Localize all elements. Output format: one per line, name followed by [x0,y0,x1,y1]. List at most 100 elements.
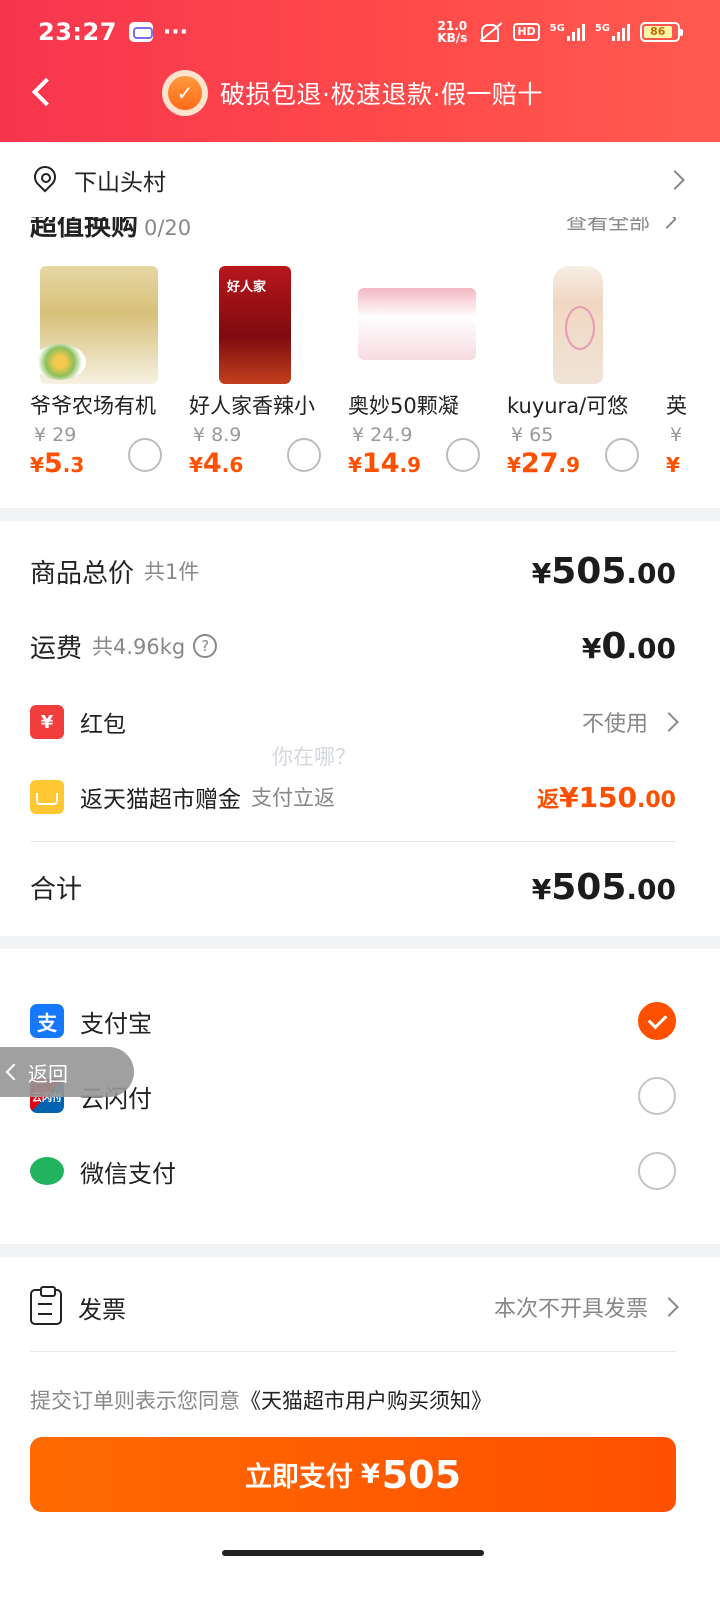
product-original-price: ¥ [670,424,683,446]
shield-check-icon: ✓ [162,70,208,116]
product-name: 英 [666,394,687,418]
clipboard-icon [30,1286,62,1325]
pay-now-button[interactable]: 立即支付 ¥ 505 [30,1437,676,1512]
payment-option-wechat[interactable]: 微信支付 [30,1146,676,1196]
hd-icon: HD [513,23,540,41]
address-upsell-card: 下山头村 超值换购0/20 查看全部 爷爷农场有机 ¥ 29 ¥5.3 好人家香… [0,142,720,508]
invoice-submit-card: 发票 本次不开具发票 提交订单则表示您同意《天猫超市用户购买须知》 立即支付 ¥… [0,1257,720,1600]
pay-now-amount: 505 [381,1452,462,1497]
divider [30,841,676,842]
app-notification-icon [128,22,153,42]
product-select-radio[interactable] [128,438,162,472]
header-bar: 23:27 ··· 21.0 KB/s HD 5G 5G 86 ✓ 破损包退·极… [0,0,720,142]
pay-now-label: 立即支付 [244,1462,353,1493]
product-select-radio[interactable] [287,438,321,472]
address-text: 下山头村 [74,169,166,196]
location-hint-text: 你在哪？ [272,745,356,769]
product-name: 好人家香辣小 [189,394,315,418]
divider [30,1351,676,1352]
signal-icon-1: 5G [550,23,585,41]
product-original-price: ¥ 65 [511,424,554,446]
agreement-text: 提交订单则表示您同意《天猫超市用户购买须知》 [30,1385,492,1415]
battery-icon: 86 [640,22,683,42]
upsell-product[interactable]: kuyura/可悠 ¥ 65 ¥27.9 [507,262,657,492]
rebate-amount: 返¥150.00 [537,780,676,814]
chevron-right-icon [659,1297,679,1317]
invoice-row[interactable]: 发票 本次不开具发票 [30,1285,679,1329]
goods-total-label: 商品总价 [30,558,135,589]
product-image [219,266,291,384]
floating-back-button[interactable]: 返回 [0,1047,134,1097]
payment-radio[interactable] [638,1152,676,1190]
guarantee-text: 破损包退·极速退款·假一赔十 [220,80,543,109]
upsell-count: 0/20 [144,216,192,238]
price-summary-card: 商品总价 共1件 ¥505.00 运费 共4.96kg ? ¥0.00 ¥ 红包… [0,521,720,936]
product-price: ¥4.6 [189,448,244,479]
status-time: 23:27 [38,18,117,46]
product-select-radio[interactable] [446,438,480,472]
product-original-price: ¥ 8.9 [193,424,242,446]
chevron-left-icon [5,1063,23,1081]
rebate-row: 返天猫超市赠金 支付立返 返¥150.00 [30,776,676,818]
status-bar: 23:27 ··· 21.0 KB/s HD 5G 5G 86 [38,14,683,50]
payment-name: 支付宝 [80,1009,152,1038]
rebate-note: 支付立返 [251,786,335,810]
guarantee-banner: ✓ 破损包退·极速退款·假一赔十 [162,70,543,116]
total-amount: ¥505.00 [531,866,676,908]
product-original-price: ¥ 29 [34,424,77,446]
alipay-icon: 支 [30,1004,64,1038]
goods-total-row: 商品总价 共1件 ¥505.00 [30,549,676,593]
help-icon[interactable]: ? [193,634,218,658]
back-arrow-icon[interactable] [28,78,58,108]
shipping-amount: ¥0.00 [581,625,676,667]
network-type-2: 5G [594,23,610,34]
chevron-right-icon [665,169,685,190]
payment-radio-selected[interactable] [638,1002,676,1040]
product-name: 爷爷农场有机 [30,394,156,418]
goods-count: 共1件 [144,560,200,584]
chevron-right-icon [659,712,679,732]
upsell-product[interactable]: 好人家香辣小 ¥ 8.9 ¥4.6 [189,262,339,492]
product-original-price: ¥ 24.9 [352,424,413,446]
product-name: 奥妙50颗凝 [348,394,459,418]
battery-level: 86 [644,26,672,38]
upsell-product[interactable]: 奥妙50颗凝 ¥ 24.9 ¥14.9 [348,262,498,492]
goods-total-amount: ¥505.00 [531,550,676,592]
redpacket-label: 红包 [80,712,126,738]
address-row[interactable]: 下山头村 [0,142,720,217]
wechat-pay-icon [30,1154,64,1188]
upsell-product[interactable]: 爷爷农场有机 ¥ 29 ¥5.3 [30,262,180,492]
product-image [358,288,476,360]
redpacket-value: 不使用 [582,706,679,738]
upsell-product[interactable]: 英 ¥ ¥ [666,262,720,492]
product-image [34,266,158,384]
product-price: ¥ [666,453,680,477]
mute-icon [477,22,503,42]
total-row: 合计 ¥505.00 [30,865,676,909]
upsell-product-list: 爷爷农场有机 ¥ 29 ¥5.3 好人家香辣小 ¥ 8.9 ¥4.6 奥妙50颗… [30,262,720,492]
shipping-weight: 共4.96kg [92,635,186,659]
network-type-1: 5G [549,23,565,34]
product-name: kuyura/可悠 [507,394,629,418]
product-price: ¥27.9 [507,448,581,479]
shipping-label: 运费 [30,633,83,664]
payment-option-alipay[interactable]: 支 支付宝 [30,996,676,1046]
more-notifications-icon: ··· [162,19,188,45]
floating-back-label: 返回 [28,1061,68,1086]
product-price: ¥14.9 [348,448,422,479]
product-price: ¥5.3 [30,448,85,479]
invoice-value: 本次不开具发票 [494,1291,679,1323]
payment-name: 微信支付 [80,1159,176,1188]
rebate-label: 返天猫超市赠金 [80,787,241,813]
location-pin-icon [32,165,58,195]
product-select-radio[interactable] [605,438,639,472]
home-indicator[interactable] [222,1550,484,1556]
signal-icon-2: 5G [595,23,630,41]
shipping-row: 运费 共4.96kg ? ¥0.00 [30,624,676,668]
redpacket-row[interactable]: ¥ 红包 不使用 [30,701,679,743]
payment-radio[interactable] [638,1077,676,1115]
invoice-label: 发票 [78,1295,126,1324]
total-label: 合计 [30,874,83,905]
terms-link[interactable]: 《天猫超市用户购买须知》 [240,1389,492,1413]
product-image [553,266,603,384]
